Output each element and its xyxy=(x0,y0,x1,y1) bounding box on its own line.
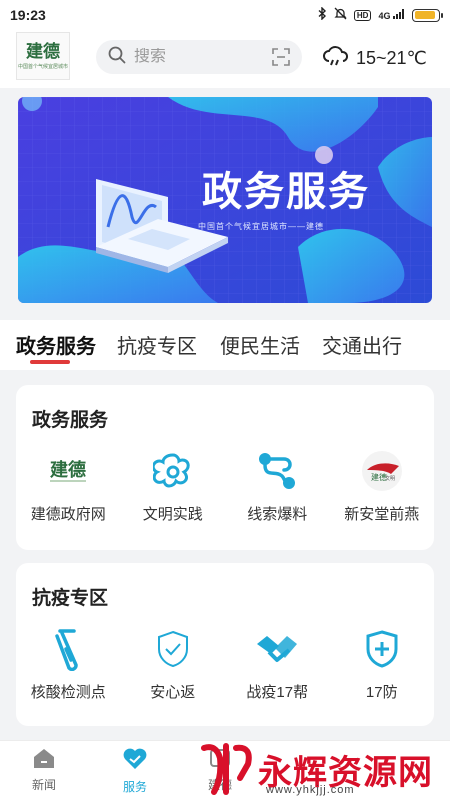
service-label: 建德政府网 xyxy=(30,506,106,523)
service-item-xiansuo[interactable]: 线索爆料 xyxy=(225,449,330,524)
service-label: 新安堂前燕 xyxy=(344,506,420,523)
battery-level xyxy=(414,11,436,19)
watermark-logo-icon xyxy=(196,738,258,800)
cloud-icon xyxy=(322,44,350,73)
active-tab-indicator xyxy=(30,360,70,364)
banner-title: 政务服务 xyxy=(202,170,370,214)
service-label: 文明实践 xyxy=(142,506,203,523)
service-label: 战疫17帮 xyxy=(246,684,309,701)
weather-temperature: 15~21℃ xyxy=(356,48,427,68)
service-label: 核酸检测点 xyxy=(30,684,106,701)
search-icon xyxy=(108,46,126,69)
svg-text:建德: 建德 xyxy=(50,459,86,481)
nav-service[interactable]: 服务 xyxy=(105,747,165,795)
app-header: 建德 中国首个气候宜居城市 15~21℃ xyxy=(0,30,450,88)
section-title: 抗疫专区 xyxy=(32,588,109,609)
flower-icon xyxy=(151,449,195,493)
service-item-17fang[interactable]: 17防 xyxy=(330,627,435,702)
service-label: 线索爆料 xyxy=(247,506,308,523)
status-bar: 19:23 HD 4G xyxy=(0,0,450,30)
signal-icon: 4G xyxy=(378,9,405,21)
hd-badge: HD xyxy=(353,9,372,21)
tab-kangyi[interactable]: 抗疫专区 xyxy=(117,330,197,359)
medical-shield-icon xyxy=(360,627,404,671)
tab-bianmin[interactable]: 便民生活 xyxy=(220,330,300,359)
service-item-anxinfan[interactable]: 安心返 xyxy=(121,627,226,702)
tangqianyan-logo-icon: 建德 文明 xyxy=(360,449,404,493)
section-title: 政务服务 xyxy=(32,410,109,431)
jiande-logo-icon: 建德 xyxy=(46,449,90,493)
service-label: 17防 xyxy=(365,684,398,701)
battery-icon xyxy=(412,8,443,22)
logo-subtext: 中国首个气候宜居城市 xyxy=(17,63,68,70)
category-tabs: 政务服务 抗疫专区 便民生活 交通出行 xyxy=(0,320,450,370)
jiande-logo[interactable]: 建德 中国首个气候宜居城市 xyxy=(16,32,70,80)
banner-subtitle: 中国首个气候宜居城市——建德 xyxy=(198,221,324,231)
tab-zhengwu[interactable]: 政务服务 xyxy=(16,330,96,359)
route-icon xyxy=(255,449,299,493)
heart-icon xyxy=(122,747,148,774)
nav-label: 新闻 xyxy=(31,778,56,792)
service-grid: 建德 建德政府网 文明实践 线索爆料 建德 文明 新安堂前燕 xyxy=(16,449,434,524)
section-card-kangyi: 抗疫专区 核酸检测点 安心返 战疫17帮 17防 xyxy=(16,563,434,726)
service-item-wenming[interactable]: 文明实践 xyxy=(121,449,226,524)
service-grid: 核酸检测点 安心返 战疫17帮 17防 xyxy=(16,627,434,702)
service-item-tangqianyan[interactable]: 建德 文明 新安堂前燕 xyxy=(330,449,435,524)
scan-icon[interactable] xyxy=(272,48,290,71)
search-input[interactable] xyxy=(134,48,264,66)
test-tube-icon xyxy=(46,627,90,671)
bluetooth-icon xyxy=(318,6,327,23)
shield-check-icon xyxy=(151,627,195,671)
service-item-jiande-gov[interactable]: 建德 建德政府网 xyxy=(16,449,121,524)
section-card-zhengwu: 政务服务 建德 建德政府网 文明实践 线索爆料 建德 文明 新安堂前燕 xyxy=(16,385,434,550)
service-label: 安心返 xyxy=(150,684,196,701)
home-icon xyxy=(32,747,56,772)
status-icons: HD 4G xyxy=(318,6,443,23)
search-bar[interactable] xyxy=(96,40,302,74)
status-time: 19:23 xyxy=(10,7,46,23)
watermark-url: www.yhkjjj.com xyxy=(266,784,355,796)
network-label: 4G xyxy=(378,11,391,21)
svg-text:文明: 文明 xyxy=(385,475,395,482)
mute-bell-icon xyxy=(334,7,347,23)
service-item-zhanyi[interactable]: 战疫17帮 xyxy=(225,627,330,702)
service-item-hesuan[interactable]: 核酸检测点 xyxy=(16,627,121,702)
weather-widget[interactable]: 15~21℃ xyxy=(322,44,427,73)
tab-jiaotong[interactable]: 交通出行 xyxy=(322,330,402,359)
handshake-icon xyxy=(255,627,299,671)
logo-text: 建德 xyxy=(26,41,60,62)
watermark: 永辉资源网 www.yhkjjj.com xyxy=(196,738,450,800)
nav-label: 服务 xyxy=(122,780,147,794)
nav-news[interactable]: 新闻 xyxy=(14,747,74,793)
promo-banner[interactable]: 政务服务 中国首个气候宜居城市——建德 xyxy=(18,97,432,303)
